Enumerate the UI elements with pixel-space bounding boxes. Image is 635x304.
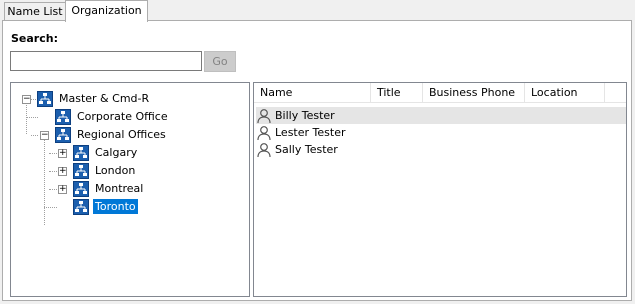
org-chart-icon (55, 126, 71, 143)
row-name: Sally Tester (275, 143, 338, 156)
tree-node-london[interactable]: London (73, 162, 137, 179)
expand-toggle[interactable]: + (58, 149, 67, 158)
tree-node-montreal[interactable]: Montreal (73, 180, 145, 197)
tree-connector (31, 135, 38, 136)
grid-header: Name Title Business Phone Location (254, 83, 626, 103)
collapse-toggle[interactable]: − (22, 95, 31, 104)
table-row[interactable]: Billy Tester (256, 107, 626, 124)
table-row[interactable]: Lester Tester (256, 124, 626, 141)
go-button[interactable]: Go (204, 51, 236, 72)
org-chart-icon (73, 180, 89, 197)
org-chart-icon (73, 198, 89, 215)
expand-toggle[interactable]: + (58, 185, 67, 194)
person-icon (257, 108, 271, 123)
person-icon (257, 142, 271, 157)
tree-node-label: Toronto (93, 199, 138, 214)
row-name: Lester Tester (275, 126, 346, 139)
column-header-name[interactable]: Name (254, 83, 371, 103)
org-chart-icon (55, 108, 71, 125)
org-tree[interactable]: − Master & Cmd-R Corporate Office − Regi… (10, 82, 250, 297)
tab-name-list[interactable]: Name List (4, 2, 66, 21)
column-header-location[interactable]: Location (525, 83, 605, 103)
org-chart-icon (73, 144, 89, 161)
tab-organization[interactable]: Organization (65, 0, 148, 22)
tree-node-regional-offices[interactable]: Regional Offices (55, 126, 168, 143)
tree-connector (49, 171, 57, 172)
row-name: Billy Tester (275, 109, 335, 122)
tree-node-root[interactable]: Master & Cmd-R (37, 90, 151, 107)
tree-connector (49, 153, 57, 154)
people-grid[interactable]: Name Title Business Phone Location Billy… (253, 82, 627, 297)
org-chart-icon (37, 90, 53, 107)
expand-toggle[interactable]: + (58, 167, 67, 176)
column-header-title[interactable]: Title (371, 83, 423, 103)
column-header-business-phone[interactable]: Business Phone (423, 83, 525, 103)
organization-panel: Search: Go − Master & Cmd-R Corporate Of… (2, 20, 632, 301)
tree-node-label: Master & Cmd-R (59, 92, 150, 105)
tree-node-toronto[interactable]: Toronto (73, 198, 138, 215)
tree-node-label: Corporate Office (77, 110, 168, 123)
tree-connector (44, 207, 57, 208)
tree-connector (44, 137, 45, 225)
org-chart-icon (73, 162, 89, 179)
tree-node-label: Montreal (95, 182, 144, 195)
tree-node-calgary[interactable]: Calgary (73, 144, 139, 161)
table-row[interactable]: Sally Tester (256, 141, 626, 158)
search-label: Search: (11, 32, 58, 45)
tree-connector (26, 117, 38, 118)
tree-node-label: London (95, 164, 136, 177)
tree-node-label: Regional Offices (77, 128, 166, 141)
tree-node-label: Calgary (95, 146, 138, 159)
person-icon (257, 125, 271, 140)
search-input[interactable] (10, 51, 202, 71)
tree-node-corporate-office[interactable]: Corporate Office (55, 108, 170, 125)
collapse-toggle[interactable]: − (40, 131, 49, 140)
tree-connector (49, 189, 57, 190)
